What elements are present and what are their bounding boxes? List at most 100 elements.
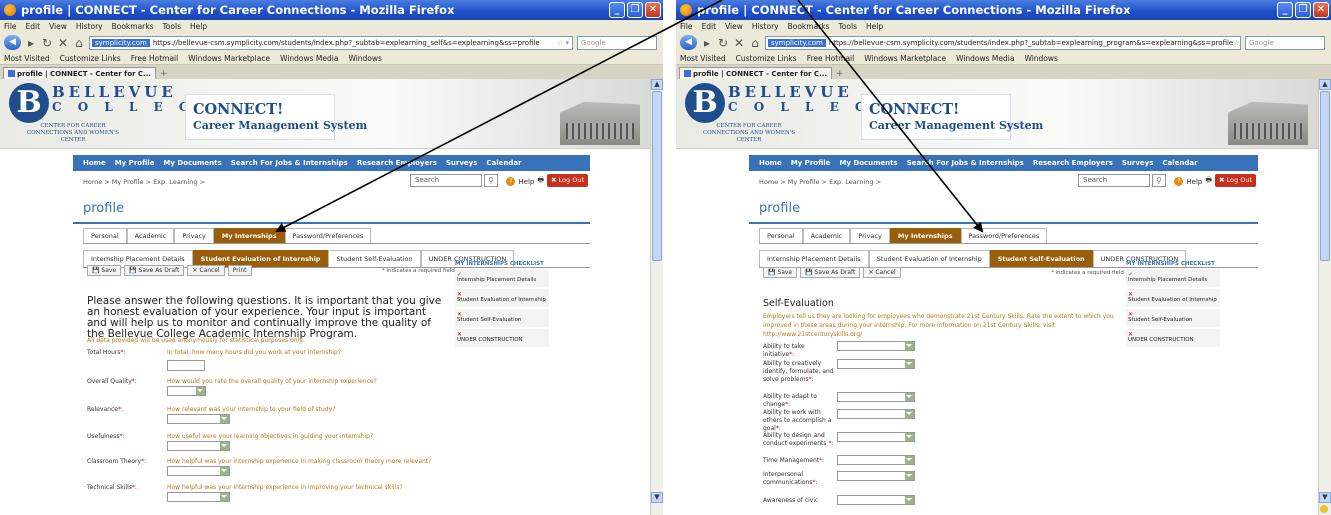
nav-my-profile[interactable]: My Profile (791, 159, 831, 167)
subtab-placement-details[interactable]: Internship Placement Details (759, 250, 869, 267)
print-icon[interactable]: 🖶 (1205, 176, 1212, 187)
bookmark-item[interactable]: Free Hotmail (807, 54, 855, 63)
breadcrumb[interactable]: Home > My Profile > Exp. Learning > (83, 178, 205, 186)
bookmark-item[interactable]: Most Visited (4, 54, 50, 63)
subtab-self-evaluation[interactable]: Student Self-Evaluation (989, 250, 1093, 267)
menu-bookmarks[interactable]: Bookmarks (788, 22, 830, 31)
checklist-item[interactable]: ✕ UNDER CONSTRUCTION (455, 329, 549, 347)
vertical-scrollbar[interactable]: ▲ ▼ (1318, 79, 1331, 515)
help-link[interactable]: Help (518, 178, 534, 186)
time-management-select[interactable] (837, 455, 915, 465)
relevance-select[interactable] (167, 414, 230, 424)
bookmark-item[interactable]: Most Visited (680, 54, 726, 63)
menu-view[interactable]: View (725, 22, 743, 31)
overall-quality-select[interactable] (167, 386, 206, 396)
tab-personal[interactable]: Personal (83, 228, 127, 243)
vertical-scrollbar[interactable]: ▲ ▼ (650, 79, 663, 515)
tab-my-internships[interactable]: My Internships (213, 228, 285, 243)
forward-icon[interactable]: ▸ (25, 36, 37, 50)
bookmark-item[interactable]: Customize Links (736, 54, 797, 63)
menu-history[interactable]: History (752, 22, 779, 31)
stop-icon[interactable]: ✕ (733, 36, 745, 50)
menu-file[interactable]: File (4, 22, 17, 31)
checklist-item[interactable]: ✓ Internship Placement Details (1126, 269, 1220, 287)
checklist-item[interactable]: ✓ Internship Placement Details (455, 269, 549, 287)
subtab-self-evaluation[interactable]: Student Self-Evaluation (328, 250, 421, 267)
problem-solving-select[interactable] (837, 359, 915, 369)
subtab-student-evaluation[interactable]: Student Evaluation of Internship (868, 250, 990, 267)
tab-privacy[interactable]: Privacy (174, 228, 214, 243)
site-identity[interactable]: symplicity.com (92, 38, 150, 47)
experiments-select[interactable] (837, 432, 915, 442)
tab-my-internships[interactable]: My Internships (889, 228, 961, 243)
nav-research-employers[interactable]: Research Employers (1033, 159, 1113, 167)
new-tab-icon[interactable]: + (160, 69, 168, 79)
checklist-item[interactable]: ✕ UNDER CONSTRUCTION (1126, 329, 1220, 347)
adapt-change-select[interactable] (837, 392, 915, 402)
save-draft-button[interactable]: 💾 Save As Draft (800, 267, 861, 278)
nav-my-documents[interactable]: My Documents (163, 159, 221, 167)
communications-select[interactable] (837, 471, 915, 481)
reload-icon[interactable]: ↻ (717, 36, 729, 50)
star-icon[interactable]: ☆ ▾ (1233, 39, 1240, 47)
initiative-select[interactable] (837, 341, 915, 351)
menu-file[interactable]: File (680, 22, 693, 31)
stop-icon[interactable]: ✕ (57, 36, 69, 50)
nav-research-employers[interactable]: Research Employers (357, 159, 437, 167)
scroll-up-icon[interactable]: ▲ (1319, 79, 1331, 90)
nav-calendar[interactable]: Calendar (486, 159, 521, 167)
menu-help[interactable]: Help (190, 22, 207, 31)
bookmark-item[interactable]: Windows Media (280, 54, 338, 63)
classroom-theory-select[interactable] (167, 466, 230, 476)
menu-tools[interactable]: Tools (163, 22, 181, 31)
maximize-button[interactable]: ❐ (627, 2, 643, 18)
nav-home[interactable]: Home (759, 159, 782, 167)
menu-tools[interactable]: Tools (839, 22, 857, 31)
checklist-item[interactable]: ✕ Student Evaluation of Internship (455, 289, 549, 307)
bookmark-item[interactable]: Windows (1024, 54, 1057, 63)
close-button[interactable]: ✕ (1313, 2, 1329, 18)
scroll-down-icon[interactable]: ▼ (1319, 492, 1331, 503)
save-button[interactable]: 💾 Save (87, 265, 122, 276)
reload-icon[interactable]: ↻ (41, 36, 53, 50)
search-icon[interactable]: ⚲ (1152, 174, 1166, 187)
maximize-button[interactable]: ❐ (1295, 2, 1311, 18)
scroll-up-icon[interactable]: ▲ (651, 79, 663, 90)
nav-my-documents[interactable]: My Documents (839, 159, 897, 167)
web-search-input[interactable]: Google (1245, 35, 1325, 50)
back-icon[interactable]: ◀ (680, 35, 697, 50)
menu-bookmarks[interactable]: Bookmarks (112, 22, 154, 31)
menu-edit[interactable]: Edit (702, 22, 717, 31)
breadcrumb[interactable]: Home > My Profile > Exp. Learning > (759, 178, 881, 186)
tab-academic[interactable]: Academic (126, 228, 175, 243)
browser-tab[interactable]: profile | CONNECT - Center for C... (3, 67, 157, 79)
nav-calendar[interactable]: Calendar (1162, 159, 1197, 167)
close-button[interactable]: ✕ (645, 2, 661, 18)
minimize-button[interactable]: _ (1277, 2, 1293, 18)
bookmark-item[interactable]: Windows (348, 54, 381, 63)
checklist-item[interactable]: ✕ Student Self-Evaluation (1126, 309, 1220, 327)
checklist-item[interactable]: ✕ Student Self-Evaluation (455, 309, 549, 327)
technical-skills-select[interactable] (167, 492, 230, 502)
minimize-button[interactable]: _ (609, 2, 625, 18)
bookmark-item[interactable]: Windows Marketplace (864, 54, 946, 63)
nav-surveys[interactable]: Surveys (446, 159, 478, 167)
cancel-button[interactable]: ✕ Cancel (863, 267, 901, 278)
save-draft-button[interactable]: 💾 Save As Draft (124, 265, 185, 276)
home-icon[interactable]: ⌂ (73, 36, 85, 50)
cancel-button[interactable]: ✕ Cancel (187, 265, 225, 276)
site-search-input[interactable]: Search (410, 174, 482, 187)
address-bar[interactable]: symplicity.com https://bellevue-csm.symp… (89, 35, 573, 50)
menu-help[interactable]: Help (866, 22, 883, 31)
scroll-thumb[interactable] (652, 91, 662, 261)
teamwork-select[interactable] (837, 409, 915, 419)
forward-icon[interactable]: ▸ (701, 36, 713, 50)
star-icon[interactable]: ☆ ▾ (557, 39, 569, 47)
tab-academic[interactable]: Academic (802, 228, 851, 243)
browser-tab[interactable]: profile | CONNECT - Center for C... (679, 67, 833, 79)
tab-password-preferences[interactable]: Password/Preferences (960, 228, 1048, 243)
civic-awareness-select[interactable] (837, 495, 915, 505)
help-icon[interactable]: ? (1174, 177, 1184, 186)
print-button[interactable]: Print (227, 265, 252, 276)
logout-button[interactable]: ✖ Log Out (1215, 174, 1256, 187)
